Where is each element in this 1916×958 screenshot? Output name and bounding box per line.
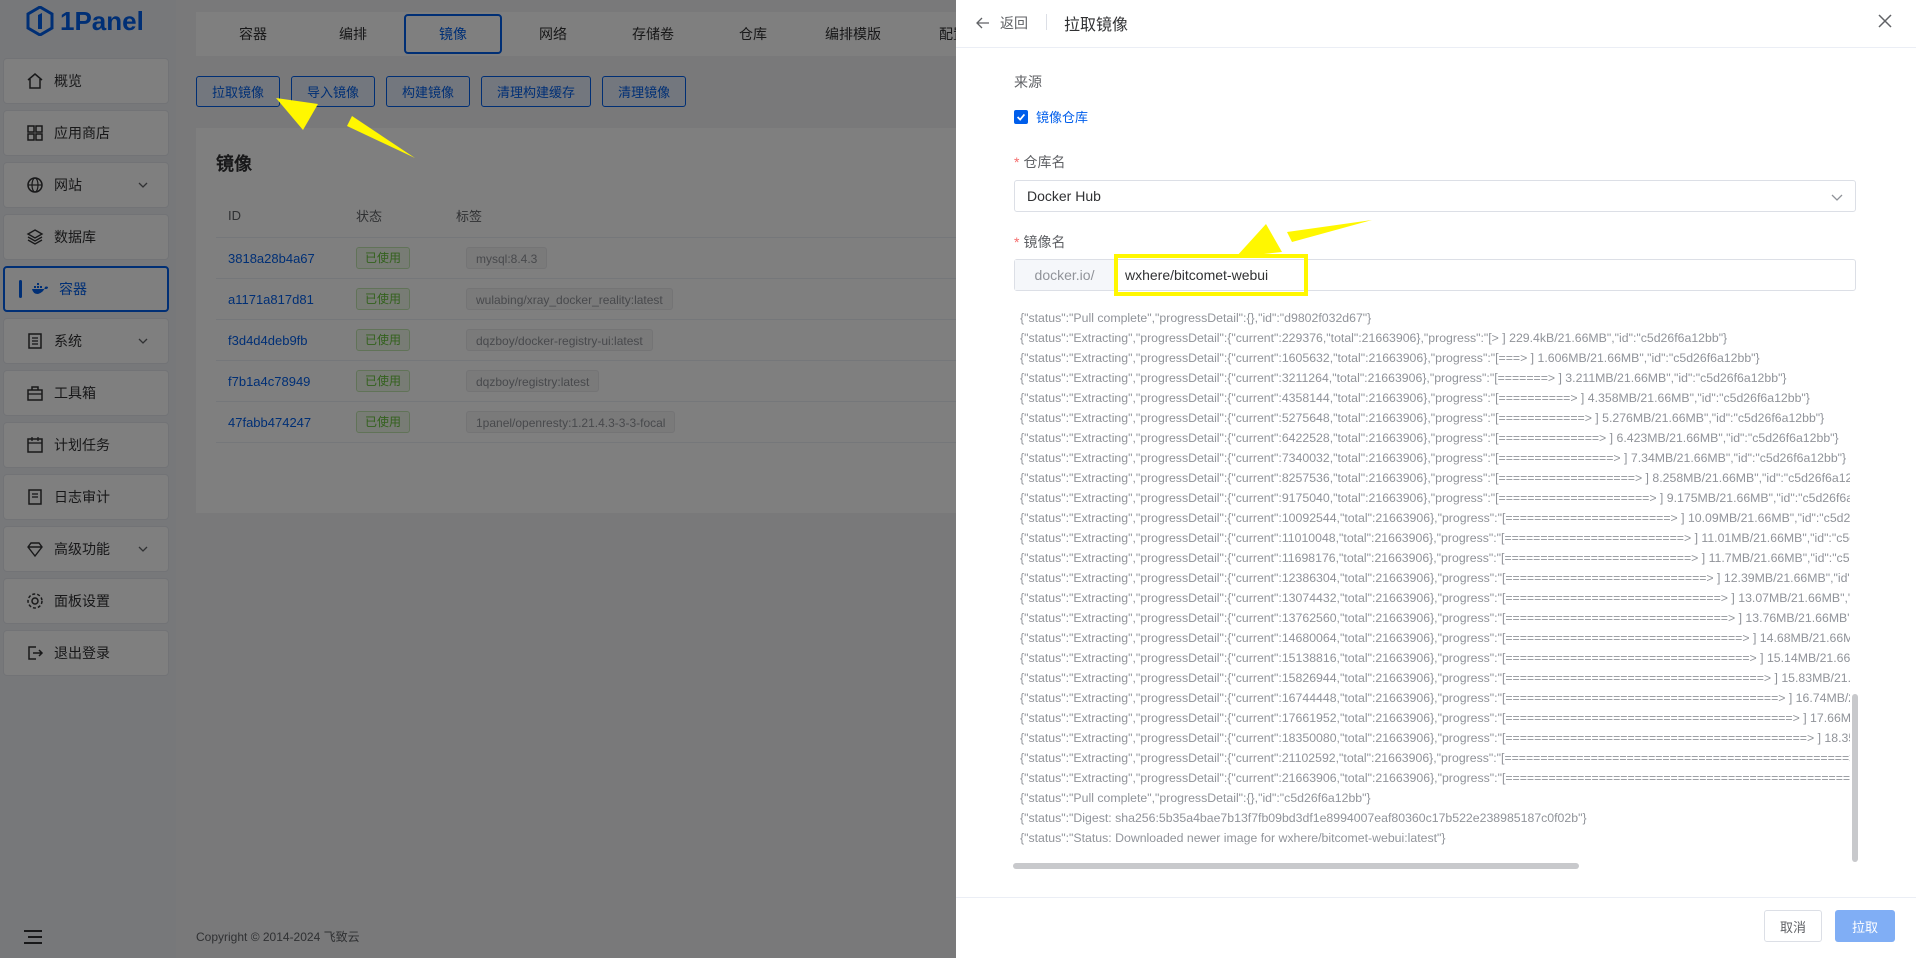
log-line: {"status":"Extracting","progressDetail":… — [1020, 551, 1850, 565]
header-divider — [1046, 14, 1047, 30]
log-line: {"status":"Extracting","progressDetail":… — [1020, 771, 1850, 785]
registry-prefix: docker.io/ — [1015, 260, 1115, 290]
source-label: 来源 — [1014, 74, 1042, 90]
arrow-left-icon — [976, 17, 989, 29]
image-name-label-text: 镜像名 — [1023, 234, 1066, 250]
checkbox-label: 镜像仓库 — [1036, 110, 1089, 125]
log-vertical-scrollbar[interactable] — [1852, 694, 1858, 862]
log-line: {"status":"Pull complete","progressDetai… — [1020, 791, 1371, 805]
log-line: {"status":"Extracting","progressDetail":… — [1020, 411, 1825, 425]
image-name-label: * 镜像名 — [1014, 234, 1066, 250]
log-line: {"status":"Pull complete","progressDetai… — [1020, 311, 1372, 325]
log-line: {"status":"Extracting","progressDetail":… — [1020, 671, 1850, 685]
log-line: {"status":"Extracting","progressDetail":… — [1020, 691, 1850, 705]
pull-log-output[interactable]: {"status":"Pull complete","progressDetai… — [1014, 308, 1850, 848]
close-icon[interactable] — [1876, 12, 1894, 30]
log-line: {"status":"Extracting","progressDetail":… — [1020, 571, 1850, 585]
log-line: {"status":"Extracting","progressDetail":… — [1020, 631, 1850, 645]
drawer-title: 拉取镜像 — [1064, 17, 1129, 34]
log-line: {"status":"Status: Downloaded newer imag… — [1020, 831, 1446, 845]
chevron-down-icon — [1831, 194, 1843, 201]
log-line: {"status":"Extracting","progressDetail":… — [1020, 391, 1810, 405]
repo-name-label-text: 仓库名 — [1023, 154, 1066, 170]
modal-overlay[interactable] — [0, 0, 956, 958]
annotation-highlight-box — [1114, 254, 1308, 296]
log-line: {"status":"Extracting","progressDetail":… — [1020, 611, 1850, 625]
log-horizontal-scrollbar[interactable] — [1013, 863, 1579, 869]
image-repo-checkbox[interactable]: 镜像仓库 — [1014, 107, 1088, 126]
back-button[interactable]: 返回 — [976, 13, 1028, 33]
pull-image-drawer: 返回 拉取镜像 来源 镜像仓库 * 仓库名 Docker Hub * 镜像名 doc… — [956, 0, 1916, 958]
pull-button[interactable]: 拉取 — [1835, 910, 1895, 942]
repo-select-value: Docker Hub — [1027, 188, 1101, 204]
checkbox-checked-icon — [1014, 109, 1028, 124]
cancel-button[interactable]: 取消 — [1764, 910, 1822, 942]
repo-name-label: * 仓库名 — [1014, 154, 1066, 170]
log-line: {"status":"Extracting","progressDetail":… — [1020, 751, 1850, 765]
back-label: 返回 — [1000, 15, 1028, 31]
log-line: {"status":"Extracting","progressDetail":… — [1020, 651, 1850, 665]
log-line: {"status":"Extracting","progressDetail":… — [1020, 331, 1728, 345]
log-line: {"status":"Extracting","progressDetail":… — [1020, 451, 1847, 465]
log-line: {"status":"Extracting","progressDetail":… — [1020, 731, 1850, 745]
repo-select[interactable]: Docker Hub — [1014, 180, 1856, 212]
log-line: {"status":"Extracting","progressDetail":… — [1020, 591, 1850, 605]
log-line: {"status":"Extracting","progressDetail":… — [1020, 531, 1850, 545]
log-line: {"status":"Extracting","progressDetail":… — [1020, 711, 1850, 725]
drawer-header: 返回 拉取镜像 — [956, 0, 1916, 48]
log-line: {"status":"Extracting","progressDetail":… — [1020, 351, 1760, 365]
log-line: {"status":"Extracting","progressDetail":… — [1020, 471, 1850, 485]
log-line: {"status":"Extracting","progressDetail":… — [1020, 431, 1839, 445]
log-line: {"status":"Extracting","progressDetail":… — [1020, 491, 1850, 505]
log-line: {"status":"Extracting","progressDetail":… — [1020, 371, 1787, 385]
log-line: {"status":"Digest: sha256:5b35a4bae7b13f… — [1020, 811, 1587, 825]
log-line: {"status":"Extracting","progressDetail":… — [1020, 511, 1850, 525]
